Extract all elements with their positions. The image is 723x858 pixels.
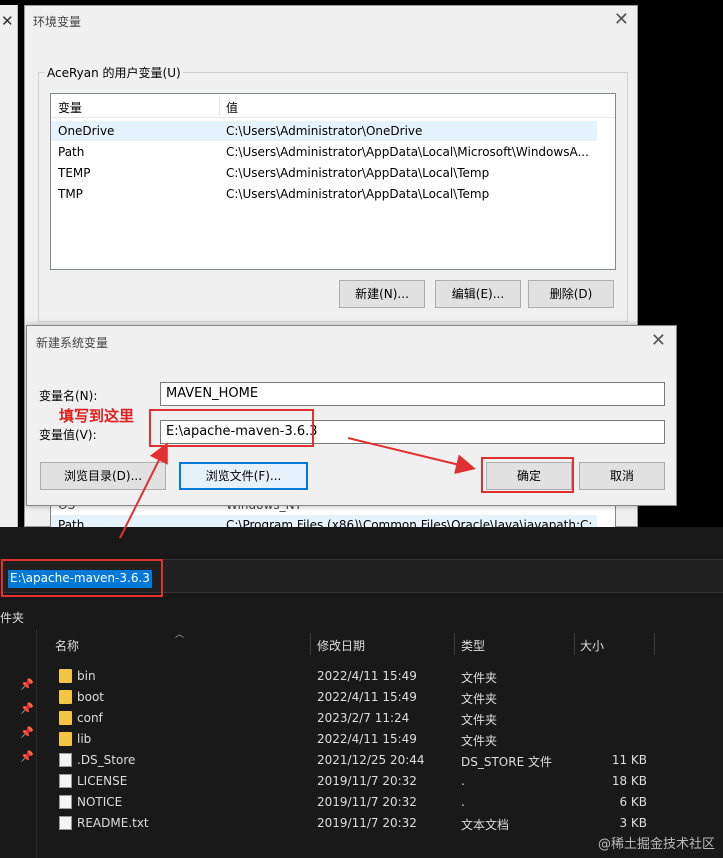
arrow-address-to-field (119, 442, 168, 539)
annotation-arrows (119, 437, 476, 539)
arrow-to-ok (347, 437, 476, 474)
